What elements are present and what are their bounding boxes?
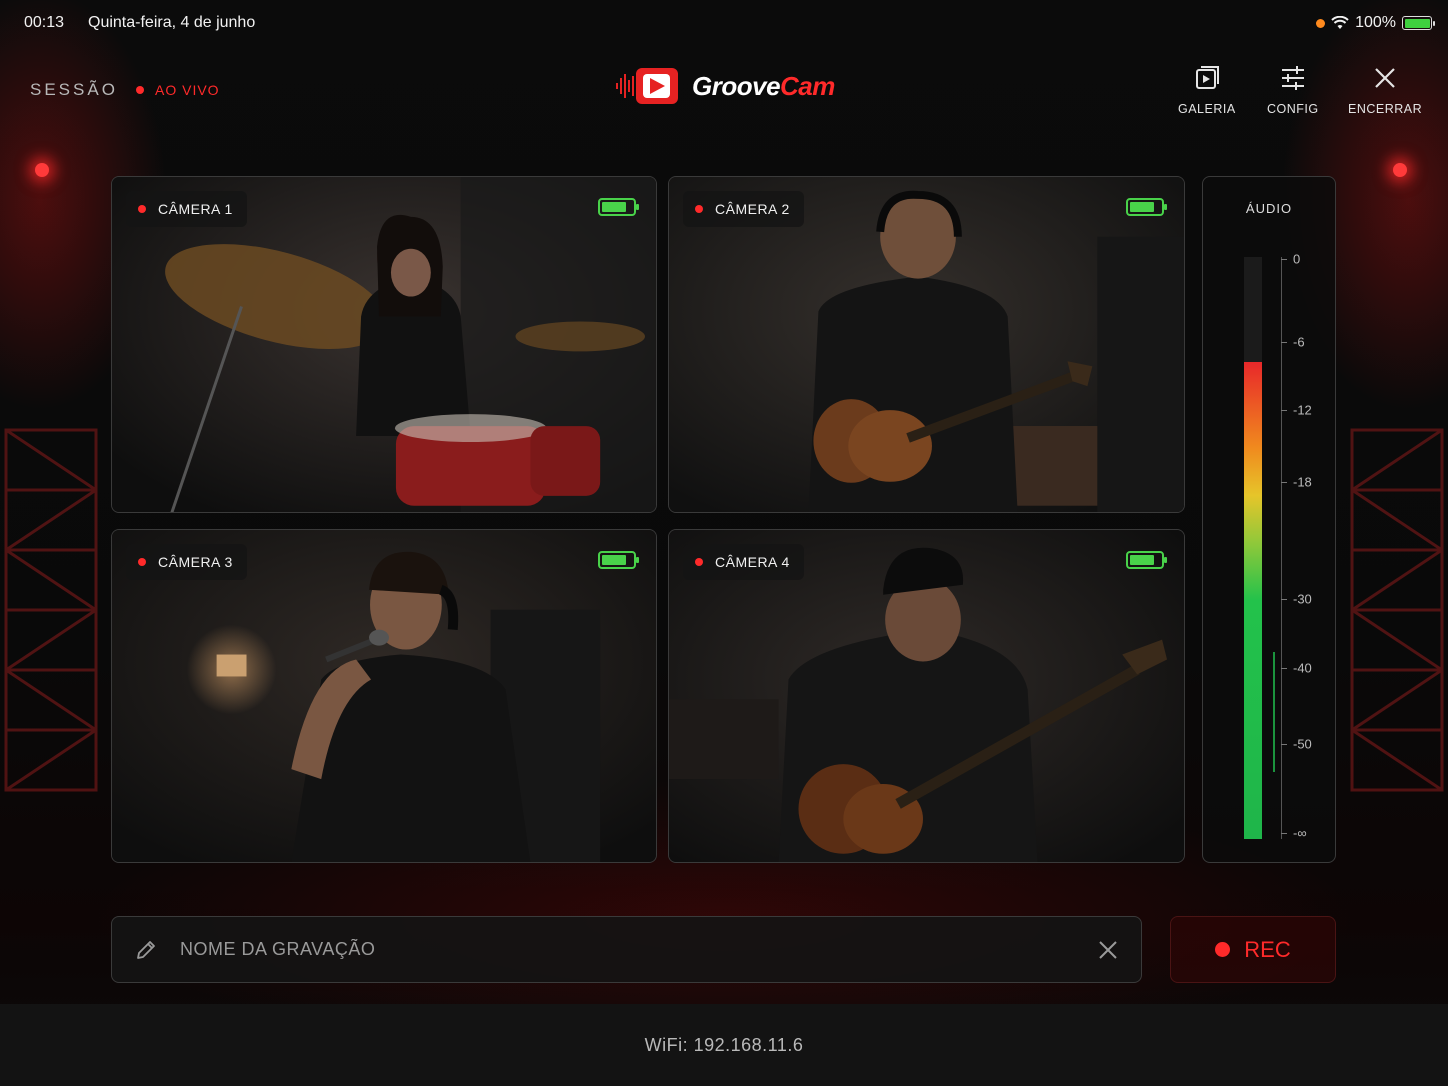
camera-battery-icon <box>1126 198 1167 216</box>
audio-scale-line <box>1281 257 1282 839</box>
camera-feed-drummer <box>112 177 656 512</box>
sliders-icon <box>1281 66 1304 90</box>
scale-tick <box>1281 410 1287 411</box>
camera-tile-3[interactable]: CÂMERA 3 <box>111 529 657 863</box>
scale-label-inf: -∞ <box>1293 825 1307 841</box>
app-header: SESSÃO AO VIVO GrooveCam GALERIA CONFIG … <box>0 60 1448 120</box>
rec-dot-icon <box>1215 942 1231 957</box>
scale-label-40: -40 <box>1293 660 1312 676</box>
end-label: ENCERRAR <box>1348 102 1423 116</box>
camera-label: CÂMERA 1 <box>126 191 247 227</box>
battery-percent: 100% <box>1355 14 1396 31</box>
stage-truss-left <box>4 428 98 792</box>
logo-text-cam: Cam <box>780 70 835 101</box>
camera-name: CÂMERA 2 <box>715 201 790 217</box>
audio-peak-indicator <box>1273 652 1275 772</box>
scale-tick <box>1281 482 1287 483</box>
camera-label: CÂMERA 3 <box>126 544 247 580</box>
logo-text-groove: Groove <box>692 70 781 101</box>
camera-tile-4[interactable]: CÂMERA 4 <box>668 529 1185 863</box>
scale-tick <box>1281 833 1287 834</box>
groovecam-logo: GrooveCam <box>616 66 835 106</box>
gallery-button[interactable]: GALERIA <box>1178 64 1236 116</box>
scale-tick <box>1281 599 1287 600</box>
scale-label-0: 0 <box>1293 251 1301 267</box>
clear-icon[interactable] <box>1097 939 1119 961</box>
rec-label: REC <box>1244 936 1291 962</box>
recording-dot-icon <box>695 205 703 213</box>
audio-title: ÁUDIO <box>1245 201 1293 216</box>
footer-bar: WiFi: 192.168.11.6 <box>0 1004 1448 1086</box>
status-date: Quinta-feira, 4 de junho <box>88 14 256 31</box>
rec-button[interactable]: REC <box>1170 916 1336 983</box>
audio-level-meter <box>1244 257 1262 839</box>
config-button[interactable]: CONFIG <box>1267 64 1319 116</box>
end-session-button[interactable]: ENCERRAR <box>1348 64 1422 116</box>
wifi-icon <box>1331 16 1349 29</box>
recording-dot-icon <box>695 558 703 566</box>
audio-level-fill <box>1244 361 1262 839</box>
status-bar: 00:13 Quinta-feira, 4 de junho 100% <box>24 12 1435 34</box>
live-dot-icon <box>136 86 144 94</box>
scale-label-50: -50 <box>1293 736 1312 752</box>
spotlight-right-icon <box>1393 163 1407 177</box>
camera-tile-2[interactable]: CÂMERA 2 <box>668 176 1185 513</box>
live-label: AO VIVO <box>155 82 220 98</box>
audio-meter-panel: ÁUDIO 0 -6 -12 -18 -30 -40 -50 -∞ <box>1202 176 1336 863</box>
camera-name: CÂMERA 4 <box>715 554 790 570</box>
config-label: CONFIG <box>1267 102 1319 116</box>
pencil-icon <box>137 940 155 959</box>
live-indicator: AO VIVO <box>136 82 220 98</box>
gallery-label: GALERIA <box>1178 102 1236 116</box>
camera-feed-guitarist <box>669 177 1184 512</box>
camera-label: CÂMERA 4 <box>683 544 804 580</box>
camera-battery-icon <box>1126 551 1167 569</box>
status-time: 00:13 <box>24 14 65 31</box>
camera-battery-icon <box>598 551 639 569</box>
camera-name: CÂMERA 1 <box>158 201 233 217</box>
scale-label-6: -6 <box>1293 334 1305 350</box>
spotlight-left-icon <box>35 163 49 177</box>
camera-label: CÂMERA 2 <box>683 191 804 227</box>
session-label: SESSÃO <box>30 80 118 99</box>
close-icon <box>1375 68 1395 88</box>
orange-dot-icon <box>1316 18 1326 28</box>
scale-tick <box>1281 744 1287 745</box>
camera-battery-icon <box>598 198 639 216</box>
scale-label-18: -18 <box>1293 474 1312 490</box>
gallery-icon <box>1195 66 1219 89</box>
recording-name-field[interactable] <box>111 916 1142 983</box>
stage-truss-right <box>1350 428 1444 792</box>
camera-name: CÂMERA 3 <box>158 554 233 570</box>
recording-dot-icon <box>138 558 146 566</box>
recording-name-input[interactable] <box>180 939 1097 960</box>
camera-tile-1[interactable]: CÂMERA 1 <box>111 176 657 513</box>
scale-label-12: -12 <box>1293 402 1312 418</box>
scale-tick <box>1281 259 1287 260</box>
logo-play-icon <box>616 68 678 104</box>
scale-tick <box>1281 668 1287 669</box>
battery-charging-icon <box>1402 16 1435 30</box>
wifi-address: WiFi: 192.168.11.6 <box>644 1034 804 1055</box>
scale-label-30: -30 <box>1293 591 1312 607</box>
scale-tick <box>1281 342 1287 343</box>
recording-dot-icon <box>138 205 146 213</box>
